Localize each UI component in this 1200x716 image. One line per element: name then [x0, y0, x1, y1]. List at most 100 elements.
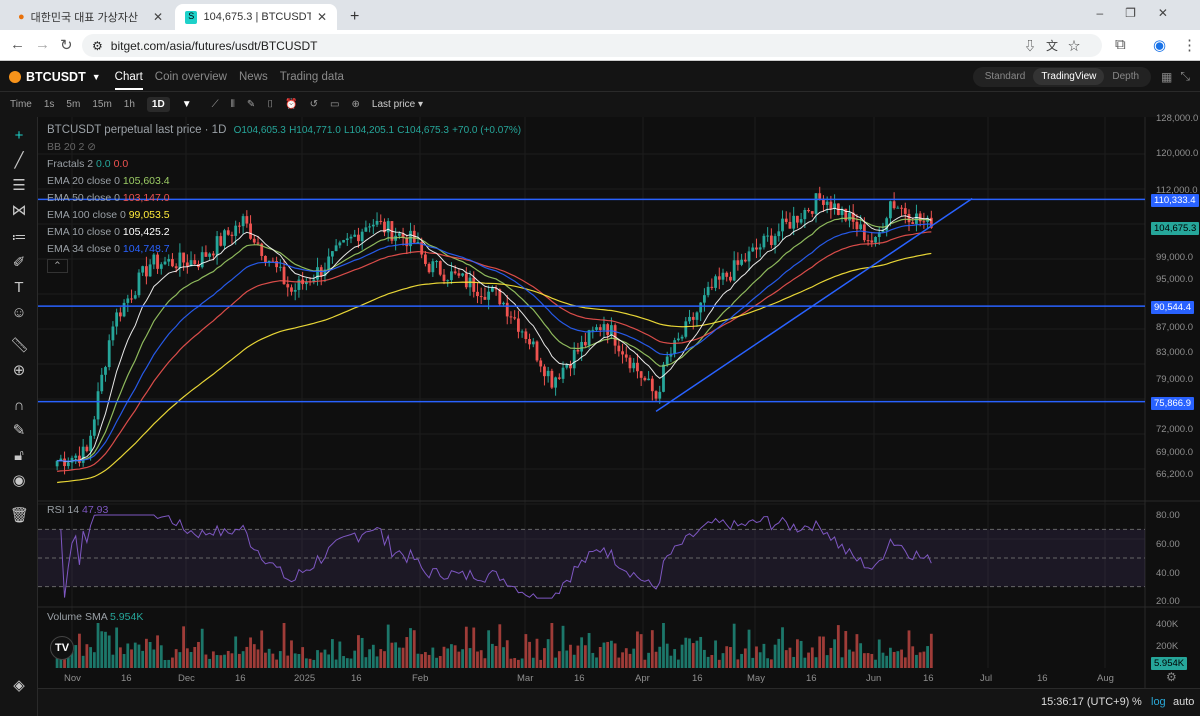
alarm-icon[interactable]: ⏰ — [285, 99, 297, 110]
price-axis-label: 83,000.0 — [1156, 347, 1193, 359]
candle — [386, 221, 390, 233]
candle — [200, 252, 204, 268]
favicon-icon: S — [185, 10, 198, 24]
browser-tab-bitget[interactable]: S104,675.3 | BTCUSDT Perpetual✕ — [175, 4, 337, 30]
price-type-select[interactable]: Last price ▾ — [372, 99, 423, 110]
fullscreen-icon[interactable]: ⤡ — [1180, 69, 1190, 84]
time-label[interactable]: Time — [10, 99, 32, 110]
draw-icon[interactable]: ✎ — [247, 99, 255, 110]
camera-icon[interactable]: ⌷ — [267, 99, 273, 110]
candle — [211, 253, 215, 256]
prediction-icon[interactable]: ≔ — [10, 229, 28, 247]
trash-icon[interactable]: 🗑︎ — [10, 507, 29, 525]
emoji-icon[interactable]: ☺ — [10, 304, 28, 322]
rsi-axis-label: 60.00 — [1156, 539, 1180, 550]
view-standard[interactable]: Standard — [977, 68, 1034, 85]
interval-dropdown-icon[interactable]: ▼ — [182, 99, 192, 110]
back-icon[interactable]: ← — [10, 36, 25, 53]
collapse-legend-button[interactable]: ⌃ — [47, 259, 68, 273]
indicators-icon[interactable]: ⟋ — [212, 99, 219, 110]
close-tab-icon[interactable]: ✕ — [153, 10, 163, 24]
volume-bar — [881, 652, 885, 668]
lock-icon[interactable]: 🔓︎ — [10, 447, 28, 465]
chevron-down-icon[interactable]: ▼ — [92, 72, 101, 82]
symbol-selector[interactable]: BTCUSDT — [26, 70, 86, 84]
profile-icon[interactable]: ◉ — [1153, 36, 1166, 54]
volume-bar — [513, 658, 517, 668]
interval-1s[interactable]: 1s — [44, 99, 55, 110]
text-icon[interactable]: T — [10, 279, 28, 297]
interval-1h[interactable]: 1h — [124, 99, 135, 110]
ema34-legend: EMA 34 close 0 104,748.7 — [47, 243, 170, 255]
layout-grid-icon[interactable]: ▦ — [1161, 70, 1172, 84]
candle — [729, 276, 732, 281]
interval-1d[interactable]: 1D — [146, 97, 170, 112]
chart-type-icon[interactable]: ⫴ — [231, 99, 235, 110]
calendar-icon[interactable]: ▭ — [330, 99, 339, 110]
interval-15m[interactable]: 15m — [92, 99, 111, 110]
pattern-icon[interactable]: ⋈ — [10, 202, 28, 220]
view-depth[interactable]: Depth — [1104, 68, 1147, 85]
resistance-price-tag: 110,333.4 — [1151, 194, 1199, 207]
close-tab-icon[interactable]: ✕ — [317, 10, 327, 24]
candle — [628, 357, 632, 369]
candle — [66, 462, 70, 467]
percent-toggle[interactable]: % — [1132, 696, 1142, 708]
tab-coin-overview[interactable]: Coin overview — [155, 71, 227, 83]
volume-bar — [848, 649, 851, 668]
fib-icon[interactable]: ☰ — [10, 177, 28, 195]
tab-trading-data[interactable]: Trading data — [280, 71, 344, 83]
candle — [89, 435, 92, 452]
volume-bar — [282, 623, 286, 668]
reload-icon[interactable]: ↻ — [60, 36, 73, 54]
candle — [293, 289, 297, 292]
candle — [96, 391, 100, 420]
volume-bar — [576, 645, 580, 668]
volume-bar — [565, 650, 569, 668]
site-info-icon[interactable]: ⚙ — [92, 39, 103, 53]
magnet-icon[interactable]: ∩ — [10, 397, 28, 415]
tab-news[interactable]: News — [239, 71, 268, 83]
forward-icon[interactable]: → — [35, 36, 50, 53]
lock-drawing-icon[interactable]: ✎ — [10, 422, 28, 440]
zoom-in-icon[interactable]: ⊕ — [10, 362, 28, 380]
layers-icon[interactable]: ◈ — [10, 677, 28, 695]
candle — [416, 241, 420, 243]
volume-bar — [617, 657, 621, 668]
settings-icon[interactable]: ⚙ — [1166, 670, 1177, 684]
replay-icon[interactable]: ↺ — [310, 99, 318, 110]
crosshair-icon[interactable]: + — [10, 127, 28, 145]
new-tab-button[interactable]: + — [340, 4, 369, 30]
clock[interactable]: 15:36:17 (UTC+9) — [1041, 696, 1129, 708]
volume-bar — [610, 640, 613, 668]
log-toggle[interactable]: log — [1151, 696, 1166, 708]
tradingview-logo[interactable]: TV — [50, 636, 74, 660]
url-field[interactable]: ⚙ bitget.com/asia/futures/usdt/BTCUSDT ⇩文… — [82, 34, 1102, 57]
candle — [442, 274, 446, 281]
candle — [479, 296, 483, 298]
interval-5m[interactable]: 5m — [66, 99, 80, 110]
volume-bar — [572, 654, 576, 668]
view-tradingview[interactable]: TradingView — [1033, 68, 1105, 85]
volume-bar — [145, 638, 148, 668]
candle — [107, 340, 111, 368]
brush-icon[interactable]: ✐ — [10, 254, 28, 272]
trendline-icon[interactable]: ╱ — [10, 152, 28, 170]
price-chart[interactable] — [38, 117, 1200, 688]
browser-tab-upbit[interactable]: ●대한민국 대표 가상자산 거래소✕ — [8, 4, 173, 30]
search-tabs-icon[interactable]: ⧉ — [1115, 36, 1126, 53]
tab-chart[interactable]: Chart — [114, 64, 143, 90]
volume-bar — [725, 646, 729, 668]
volume-bar — [543, 648, 546, 668]
hidden-eye-icon[interactable]: ⊘ — [87, 141, 96, 153]
eye-icon[interactable]: ◉ — [10, 472, 28, 490]
address-actions-icons[interactable]: ⇩文☆ — [1024, 37, 1090, 54]
time-axis-label: 16 — [574, 673, 585, 684]
volume-bar — [167, 659, 171, 668]
add-icon[interactable]: ⊕ — [352, 99, 360, 110]
ruler-icon[interactable]: 📏︎ — [10, 337, 29, 355]
volume-bar — [345, 658, 349, 668]
window-controls[interactable]: –❐✕ — [1097, 6, 1191, 20]
auto-toggle[interactable]: auto — [1173, 696, 1194, 708]
menu-icon[interactable]: ⋮ — [1182, 36, 1197, 54]
